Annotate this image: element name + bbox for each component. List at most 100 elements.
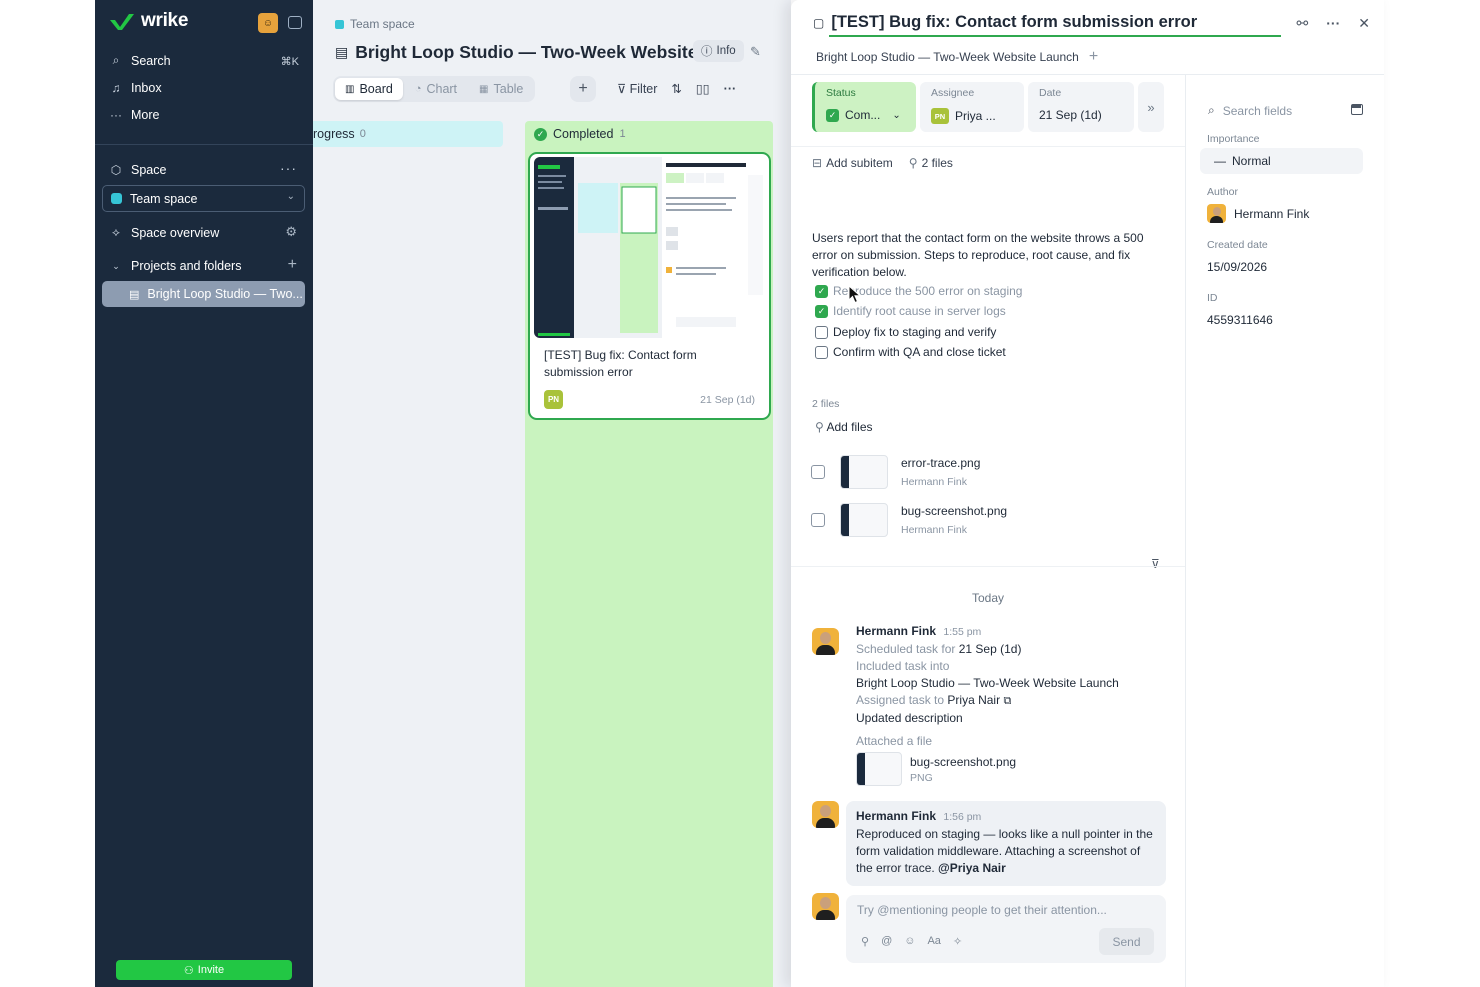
assignee-field[interactable]: Assignee PN Priya ... [920, 82, 1024, 132]
comment-author[interactable]: Hermann Fink [856, 809, 936, 823]
task-card[interactable]: [TEST] Bug fix: Contact form submission … [528, 152, 771, 420]
more-options-icon[interactable]: ··· [1326, 15, 1340, 32]
mention-icon[interactable]: @ [881, 935, 892, 948]
team-space-select[interactable]: Team space ⌄ [102, 185, 305, 212]
add-project-icon[interactable]: + [1089, 48, 1098, 66]
comment-mention[interactable]: @Priya Nair [938, 861, 1006, 875]
activity-project-link[interactable]: Bright Loop Studio — Two-Week Website La… [856, 675, 1119, 692]
tab-chart[interactable]: ◔ Chart [405, 78, 467, 100]
comment-composer[interactable]: Try @mentioning people to get their atte… [846, 895, 1166, 963]
space-header[interactable]: ⬡ Space [109, 163, 167, 177]
id-value[interactable]: 4559311646 [1207, 313, 1273, 327]
status-label: Status [826, 87, 856, 99]
table-icon: ▦ [479, 83, 489, 95]
space-menu-icon[interactable]: ··· [280, 160, 297, 176]
author-field[interactable]: Hermann Fink [1207, 204, 1309, 223]
column-header-in-progress[interactable]: rogress 0 [313, 121, 503, 147]
file-thumbnail[interactable] [840, 455, 888, 489]
add-subitem-button[interactable]: ⊟ Add subitem [812, 156, 893, 170]
file-row[interactable]: bug-screenshot.png Hermann Fink [811, 503, 1007, 537]
activity-filter-icon[interactable]: ⊽ [1151, 557, 1160, 571]
filter-button[interactable]: ⊽ Filter [617, 81, 657, 96]
add-files-button[interactable]: ⚲ Add files [815, 420, 873, 434]
file-checkbox[interactable] [811, 465, 825, 479]
comment-input[interactable]: Try @mentioning people to get their atte… [857, 903, 1107, 917]
add-view-button[interactable]: + [570, 76, 596, 102]
nav-inbox[interactable]: ♫ Inbox [109, 81, 162, 95]
checkbox-checked[interactable]: ✓ [815, 304, 828, 318]
screenshot-thumbnail [534, 157, 767, 338]
task-title[interactable]: ▢ [TEST] Bug fix: Contact form submissio… [813, 13, 1283, 32]
external-link-icon[interactable]: ⧉ [1003, 695, 1011, 707]
nav-inbox-label: Inbox [131, 81, 162, 95]
sidebar-item-project[interactable]: ▤ Bright Loop Studio — Two... [102, 281, 305, 307]
user-avatar[interactable]: ☺ [258, 13, 278, 33]
checkbox-unchecked[interactable] [815, 345, 828, 359]
file-name[interactable]: error-trace.png [901, 456, 980, 470]
expand-fields-button[interactable]: » [1138, 82, 1164, 132]
checklist-item[interactable]: ✓ Reproduce the 500 error on staging [815, 284, 1022, 298]
sort-icon[interactable]: ⇅ [671, 81, 681, 96]
columns-icon[interactable]: ▯▯ [696, 81, 710, 96]
file-checkbox[interactable] [811, 513, 825, 527]
pin-icon[interactable]: ✎ [750, 44, 761, 60]
board-icon: ▥ [345, 83, 355, 95]
tab-board[interactable]: ▥ Board [335, 78, 403, 100]
nav-more[interactable]: ··· More [109, 108, 159, 122]
checklist-item[interactable]: ✓ Identify root cause in server logs [815, 304, 1006, 318]
paperclip-icon[interactable]: ⚲ [861, 935, 869, 948]
date-field[interactable]: Date 21 Sep (1d) [1028, 82, 1134, 132]
status-field[interactable]: Status ✓ Com... ⌄ [812, 82, 916, 132]
checklist-item[interactable]: Deploy fix to staging and verify [815, 325, 996, 339]
emoji-icon[interactable]: ☺ [904, 935, 915, 948]
activity-time: 1:55 pm [943, 626, 982, 638]
tab-table[interactable]: ▦ Table [469, 78, 533, 100]
avatar[interactable] [812, 628, 839, 655]
task-description[interactable]: Users report that the contact form on th… [812, 230, 1167, 281]
checkbox-checked[interactable]: ✓ [815, 284, 828, 298]
avatar[interactable] [812, 801, 839, 828]
send-button[interactable]: Send [1099, 928, 1154, 955]
space-overview[interactable]: ⟡ Space overview [109, 225, 219, 240]
page-title-text: Bright Loop Studio — Two-Week Website... [355, 42, 713, 62]
checkbox-unchecked[interactable] [815, 325, 828, 339]
avatar [812, 893, 839, 920]
activity-author[interactable]: Hermann Fink [856, 624, 936, 638]
ai-sparkle-icon[interactable]: ✧ [953, 935, 962, 948]
file-name[interactable]: bug-screenshot.png [901, 504, 1007, 518]
importance-field[interactable]: — Normal [1200, 148, 1363, 174]
panel-actions: ⚯ ··· ✕ [1297, 15, 1370, 32]
projects-folders-header[interactable]: ⌄ Projects and folders [109, 259, 241, 273]
column-header-completed[interactable]: ✓ Completed 1 [534, 127, 626, 141]
view-tabs: ▥ Board ◔ Chart ▦ Table [333, 76, 536, 102]
activity-value[interactable]: Priya Nair [947, 693, 1000, 707]
link-icon[interactable]: ⚯ [1297, 15, 1309, 32]
card-title: [TEST] Bug fix: Contact form submission … [544, 348, 697, 379]
file-name[interactable]: bug-screenshot.png [910, 755, 1016, 769]
task-detail-panel: ▢ [TEST] Bug fix: Contact form submissio… [791, 0, 1384, 987]
file-thumbnail[interactable] [856, 752, 902, 786]
more-options-icon[interactable]: ··· [724, 82, 737, 96]
checklist-item[interactable]: Confirm with QA and close ticket [815, 345, 1006, 359]
assignee-avatar: PN [931, 108, 949, 124]
files-count-button[interactable]: ⚲ 2 files [909, 156, 953, 170]
collapse-sidebar-icon[interactable] [288, 16, 302, 29]
importance-label: Importance [1207, 133, 1260, 145]
breadcrumb[interactable]: Team space [335, 17, 415, 31]
task-project-tag[interactable]: Bright Loop Studio — Two-Week Website La… [816, 48, 1098, 66]
invite-button[interactable]: ⚇ Invite [116, 960, 292, 980]
nav-search[interactable]: ⌕ Search [109, 53, 171, 68]
card-assignee-avatar[interactable]: PN [544, 390, 563, 409]
wrike-logo[interactable]: wrike [109, 10, 188, 32]
info-button[interactable]: ⓘ Info [693, 40, 744, 62]
panel-layout-icon[interactable] [1351, 104, 1363, 115]
text-format-icon[interactable]: Aa [927, 935, 940, 948]
attached-file[interactable]: bug-screenshot.png PNG [856, 752, 1016, 786]
add-project-icon[interactable]: + [288, 256, 297, 274]
project-doc-icon: ▤ [129, 288, 140, 301]
file-thumbnail[interactable] [840, 503, 888, 537]
close-icon[interactable]: ✕ [1358, 15, 1370, 32]
file-row[interactable]: error-trace.png Hermann Fink [811, 455, 980, 489]
settings-gear-icon[interactable]: ⚙ [285, 224, 297, 240]
search-fields-input[interactable]: ⌕ Search fields [1208, 103, 1292, 118]
